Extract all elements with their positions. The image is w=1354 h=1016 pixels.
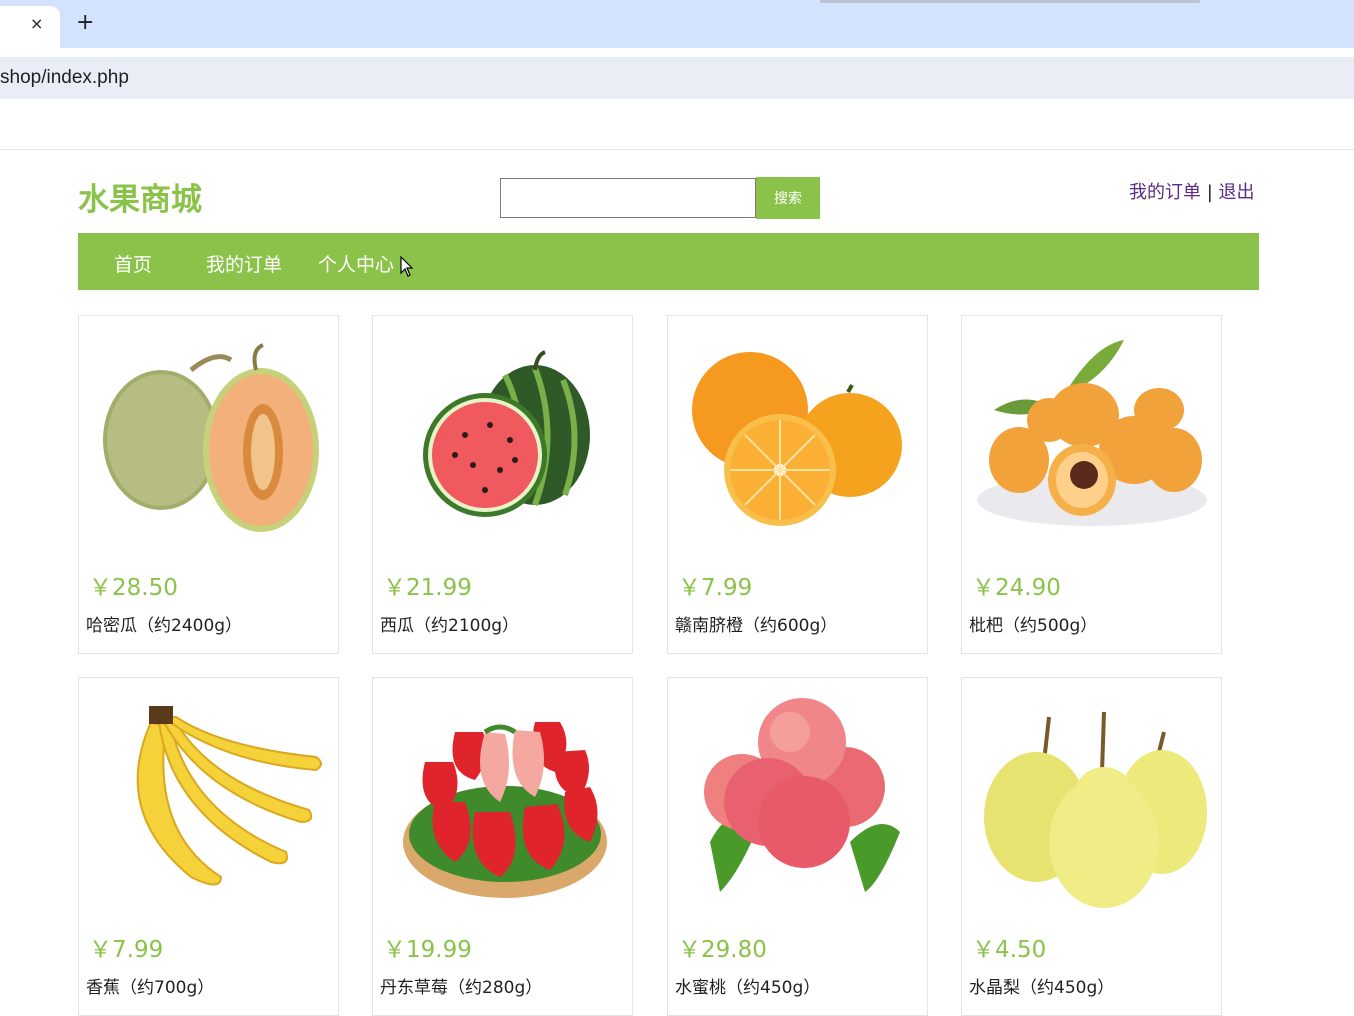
product-card[interactable]: ￥29.80 水蜜桃（约450g） xyxy=(667,677,928,1016)
logout-link[interactable]: 退出 xyxy=(1219,182,1255,203)
product-card[interactable]: ￥21.99 西瓜（约2100g） xyxy=(372,315,633,654)
browser-tab[interactable]: × xyxy=(0,6,60,48)
product-card[interactable]: ￥19.99 丹东草莓（约280g） xyxy=(372,677,633,1016)
cantaloupe-image[interactable] xyxy=(91,330,327,550)
product-price: ￥4.50 xyxy=(972,937,1047,963)
mouse-cursor-icon xyxy=(400,256,414,277)
main-nav: 首页 我的订单 个人中心 xyxy=(78,233,1259,290)
my-orders-link[interactable]: 我的订单 xyxy=(1129,182,1201,203)
banana-image[interactable] xyxy=(91,692,327,912)
url-text[interactable]: shop/index.php xyxy=(0,67,129,89)
nav-item-orders[interactable]: 我的订单 xyxy=(206,250,282,277)
product-name[interactable]: 西瓜（约2100g） xyxy=(380,611,519,636)
product-card[interactable]: ￥4.50 水晶梨（约450g） xyxy=(961,677,1222,1016)
close-icon[interactable]: × xyxy=(30,16,43,32)
strawberry-image[interactable] xyxy=(385,692,621,912)
product-name[interactable]: 哈密瓜（约2400g） xyxy=(86,611,242,636)
browser-tab-bar: × + xyxy=(0,0,1354,48)
loquat-image[interactable] xyxy=(974,330,1210,550)
product-name[interactable]: 水晶梨（约450g） xyxy=(969,973,1114,998)
nav-item-profile[interactable]: 个人中心 xyxy=(318,250,394,277)
product-card[interactable]: ￥7.99 赣南脐橙（约600g） xyxy=(667,315,928,654)
product-price: ￥7.99 xyxy=(89,937,164,963)
product-name[interactable]: 赣南脐橙（约600g） xyxy=(675,611,837,636)
product-price: ￥7.99 xyxy=(678,575,753,601)
product-price: ￥24.90 xyxy=(972,575,1061,601)
link-separator: | xyxy=(1206,182,1213,203)
product-card[interactable]: ￥24.90 枇杷（约500g） xyxy=(961,315,1222,654)
orange-image[interactable] xyxy=(680,330,916,550)
product-name[interactable]: 丹东草莓（约280g） xyxy=(380,973,542,998)
product-name[interactable]: 枇杷（约500g） xyxy=(969,611,1097,636)
product-name[interactable]: 水蜜桃（约450g） xyxy=(675,973,820,998)
product-price: ￥21.99 xyxy=(383,575,472,601)
product-card[interactable]: ￥7.99 香蕉（约700g） xyxy=(78,677,339,1016)
toolbar-divider xyxy=(0,149,1354,150)
product-price: ￥28.50 xyxy=(89,575,178,601)
site-logo[interactable]: 水果商城 xyxy=(78,174,202,219)
product-name[interactable]: 香蕉（约700g） xyxy=(86,973,214,998)
peach-image[interactable] xyxy=(680,692,916,912)
popup-edge xyxy=(820,0,1200,3)
user-links: 我的订单 | 退出 xyxy=(1129,178,1255,204)
product-card[interactable]: ￥28.50 哈密瓜（约2400g） xyxy=(78,315,339,654)
product-price: ￥19.99 xyxy=(383,937,472,963)
search-button[interactable]: 搜索 xyxy=(756,177,820,219)
pear-image[interactable] xyxy=(974,692,1210,912)
address-bar[interactable]: shop/index.php xyxy=(0,57,1354,99)
nav-item-home[interactable]: 首页 xyxy=(114,250,152,277)
new-tab-button[interactable]: + xyxy=(76,12,94,34)
watermelon-image[interactable] xyxy=(385,330,621,550)
product-price: ￥29.80 xyxy=(678,937,767,963)
search-input[interactable] xyxy=(500,178,756,218)
